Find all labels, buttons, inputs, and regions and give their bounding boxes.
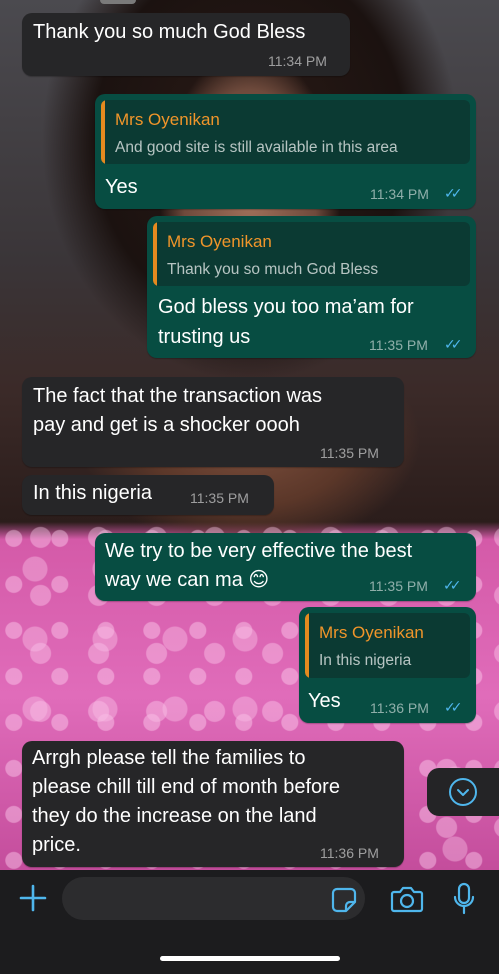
message-text: In this nigeria <box>33 482 152 504</box>
message-text-line: they do the increase on the land <box>32 805 317 827</box>
message-text-line: price. <box>32 834 81 856</box>
scroll-to-bottom-button[interactable] <box>427 768 499 816</box>
top-edge <box>100 0 136 4</box>
chevron-down-icon <box>449 778 477 806</box>
quote-text: In this nigeria <box>319 652 412 669</box>
message-time: 11:36 PM <box>320 845 379 861</box>
message-text: Thank you so much God Bless <box>33 21 306 43</box>
message-time: 11:36 PM <box>370 700 429 716</box>
quote-text: Thank you so much God Bless <box>167 261 379 278</box>
quote-sender: Mrs Oyenikan <box>319 623 424 642</box>
message-time: 11:35 PM <box>369 337 428 353</box>
message-time: 11:34 PM <box>268 53 327 69</box>
message-input[interactable] <box>62 877 365 920</box>
message-bubble-incoming[interactable]: Thank you so much God Bless 11:34 PM <box>22 13 350 76</box>
sticker-icon[interactable] <box>331 887 357 913</box>
read-receipt-icon: ✓✓ <box>444 185 463 201</box>
message-bubble-incoming[interactable]: The fact that the transaction was pay an… <box>22 377 404 467</box>
camera-icon[interactable] <box>390 885 424 913</box>
message-text: Yes <box>308 690 341 712</box>
quote-text: And good site is still available in this… <box>115 139 398 156</box>
message-bubble-outgoing[interactable]: Mrs Oyenikan And good site is still avai… <box>95 94 476 209</box>
read-receipt-icon: ✓✓ <box>443 577 462 593</box>
message-text-line: pay and get is a shocker oooh <box>33 414 300 436</box>
message-text-line: way we can ma 😊 <box>105 569 270 591</box>
message-bubble-outgoing[interactable]: Mrs Oyenikan In this nigeria Yes 11:36 P… <box>299 607 476 723</box>
message-text-line: We try to be very effective the best <box>105 540 413 562</box>
message-time: 11:35 PM <box>190 490 249 506</box>
message-text-line: God bless you too ma’am for <box>158 296 414 318</box>
message-bubble-incoming[interactable]: Arrgh please tell the families to please… <box>22 741 404 867</box>
quoted-message[interactable]: Mrs Oyenikan In this nigeria <box>305 613 470 678</box>
home-indicator <box>160 956 340 961</box>
message-bubble-outgoing[interactable]: Mrs Oyenikan Thank you so much God Bless… <box>147 216 476 358</box>
read-receipt-icon: ✓✓ <box>444 336 463 352</box>
quote-accent-bar <box>101 100 105 164</box>
read-receipt-icon: ✓✓ <box>444 699 463 715</box>
message-time: 11:35 PM <box>320 445 379 461</box>
message-text-line: Arrgh please tell the families to <box>32 747 306 769</box>
plus-icon[interactable] <box>18 883 48 913</box>
message-text-line: trusting us <box>158 326 251 348</box>
message-text: Yes <box>105 176 138 198</box>
message-bubble-outgoing[interactable]: We try to be very effective the best way… <box>95 533 476 601</box>
message-time: 11:35 PM <box>369 578 428 594</box>
message-text-line: please chill till end of month before <box>32 776 340 798</box>
microphone-icon[interactable] <box>453 882 475 916</box>
quote-sender: Mrs Oyenikan <box>115 110 220 129</box>
message-text-line: The fact that the transaction was <box>33 385 323 407</box>
quoted-message[interactable]: Mrs Oyenikan And good site is still avai… <box>101 100 470 164</box>
quoted-message[interactable]: Mrs Oyenikan Thank you so much God Bless <box>153 222 470 286</box>
quote-sender: Mrs Oyenikan <box>167 232 272 251</box>
quote-accent-bar <box>153 222 157 286</box>
quote-accent-bar <box>305 613 309 678</box>
message-bubble-incoming[interactable]: In this nigeria 11:35 PM <box>22 475 274 515</box>
message-time: 11:34 PM <box>370 186 429 202</box>
